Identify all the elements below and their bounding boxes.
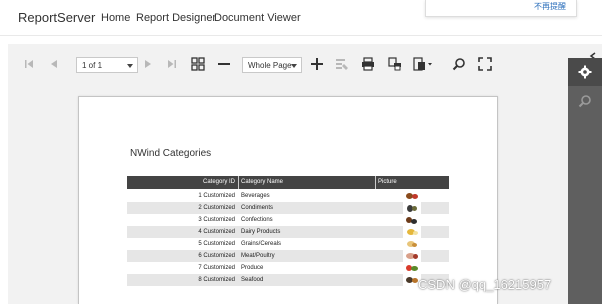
category-picture	[403, 262, 421, 274]
column-divider	[238, 176, 239, 189]
column-header-picture: Picture	[378, 179, 397, 185]
fullscreen-icon[interactable]	[478, 57, 492, 71]
brand-logo-text[interactable]: ReportServer	[18, 10, 95, 25]
category-picture	[403, 202, 421, 214]
zoom-out-icon[interactable]	[217, 57, 231, 71]
nav-link-document-viewer[interactable]: Document Viewer	[214, 12, 301, 24]
category-picture	[403, 214, 421, 226]
table-row: 1 Customized Beverages	[127, 190, 449, 202]
cell-category-id: 4 Customized	[198, 229, 235, 235]
zoom-in-icon[interactable]	[310, 57, 324, 71]
cell-category-name: Condiments	[241, 205, 274, 211]
first-page-icon[interactable]	[22, 57, 36, 71]
cell-category-name: Meat/Poultry	[241, 253, 275, 259]
table-row: 7 Customized Produce	[127, 262, 449, 274]
table-row: 5 Customized Grains/Cereals	[127, 238, 449, 250]
cell-category-id: 5 Customized	[198, 241, 235, 247]
viewer-toolbar: 1 of 1 Whole Page	[8, 44, 568, 84]
watermark-text: CSDN @qq_16215957	[418, 277, 552, 292]
cell-category-name: Beverages	[241, 193, 270, 199]
column-header-category-name: Category Name	[241, 179, 284, 185]
category-picture	[403, 226, 421, 238]
page-selector[interactable]: 1 of 1	[76, 57, 138, 73]
table-row: 6 Customized Meat/Poultry	[127, 250, 449, 262]
column-divider	[375, 176, 376, 189]
notification-popup: 不再提醒	[425, 0, 577, 17]
cell-category-name: Dairy Products	[241, 229, 281, 235]
collapse-bar	[568, 44, 602, 60]
zoom-selector[interactable]: Whole Page	[242, 57, 302, 73]
last-page-icon[interactable]	[165, 57, 179, 71]
gear-icon	[578, 65, 592, 84]
dont-remind-link[interactable]: 不再提醒	[534, 1, 566, 12]
cell-category-id: 3 Customized	[198, 217, 235, 223]
cell-category-id: 6 Customized	[198, 253, 235, 259]
table-header: Category ID Category Name Picture	[127, 176, 449, 189]
table-row: 2 Customized Condiments	[127, 202, 449, 214]
column-header-category-id: Category ID	[202, 179, 235, 185]
table-row: 4 Customized Dairy Products	[127, 226, 449, 238]
table-row: 8 Customized Seafood	[127, 274, 449, 286]
highlight-editing-fields-icon[interactable]	[335, 57, 349, 71]
category-picture	[403, 250, 421, 262]
properties-tab[interactable]	[568, 58, 602, 86]
chevron-down-icon	[127, 64, 133, 68]
multipage-icon[interactable]	[191, 57, 205, 71]
export-icon[interactable]	[413, 57, 433, 71]
page-selector-value: 1 of 1	[82, 61, 103, 70]
zoom-selector-value: Whole Page	[248, 61, 292, 70]
cell-category-name: Seafood	[241, 277, 264, 283]
print-page-icon[interactable]	[388, 57, 402, 71]
previous-page-icon[interactable]	[47, 57, 61, 71]
next-page-icon[interactable]	[141, 57, 155, 71]
cell-category-id: 7 Customized	[198, 265, 235, 271]
category-picture	[403, 238, 421, 250]
nav-link-report-designer[interactable]: Report Designer	[136, 12, 216, 24]
table-row: 3 Customized Confections	[127, 214, 449, 226]
cell-category-id: 8 Customized	[198, 277, 235, 283]
print-icon[interactable]	[361, 57, 375, 71]
cell-category-id: 2 Customized	[198, 205, 235, 211]
cell-category-id: 1 Customized	[198, 193, 235, 199]
report-title: NWind Categories	[130, 148, 212, 159]
search-icon[interactable]	[578, 94, 592, 113]
cell-category-name: Produce	[241, 265, 264, 271]
nav-link-home[interactable]: Home	[101, 12, 130, 24]
cell-category-name: Grains/Cereals	[241, 241, 282, 247]
chevron-down-icon	[291, 64, 297, 68]
category-picture	[403, 190, 421, 202]
cell-category-name: Confections	[241, 217, 273, 223]
search-icon[interactable]	[452, 57, 466, 71]
